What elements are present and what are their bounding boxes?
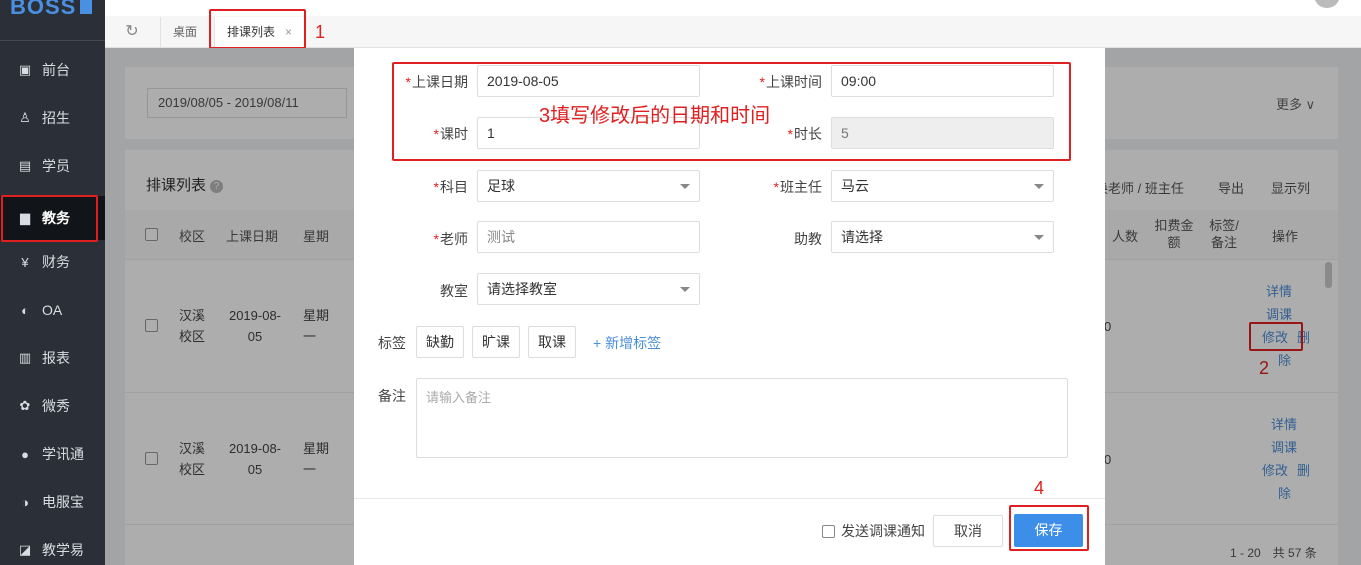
note-label: 备注	[378, 388, 406, 404]
annotation-box-save	[1009, 505, 1089, 551]
chevron-down-icon	[680, 184, 690, 189]
sidebar-item-label: OA	[42, 302, 63, 318]
select-value: 请选择教室	[487, 281, 557, 297]
sidebar-item-jiaoxueyi[interactable]: ◪ 教学易	[0, 528, 105, 565]
select-value: 马云	[841, 178, 869, 194]
logo-badge	[80, 0, 92, 14]
notify-checkbox[interactable]: 发送调课通知	[822, 521, 925, 541]
bar-chart-icon: ▥	[18, 350, 32, 365]
select-value: 足球	[487, 178, 515, 194]
sidebar-item-label: 电服宝	[42, 494, 84, 510]
location-icon: ●	[21, 446, 29, 462]
show-icon: ✿	[19, 398, 31, 413]
sidebar-item-label: 招生	[42, 110, 70, 126]
chevron-down-icon	[1034, 184, 1044, 189]
assistant-label: 助教	[794, 231, 822, 247]
checkbox-label: 发送调课通知	[841, 523, 925, 539]
subject-label: *科目	[400, 177, 468, 197]
label-text: 老师	[440, 231, 468, 247]
chevron-down-icon	[1034, 235, 1044, 240]
tag-absent-button[interactable]: 缺勤	[416, 326, 464, 358]
sidebar-item-xuexuntong[interactable]: ● 学讯通	[0, 432, 105, 476]
calendar-icon: ▣	[18, 62, 32, 77]
tab-label: 桌面	[173, 25, 198, 39]
required-mark: *	[433, 179, 439, 195]
subject-select[interactable]: 足球	[477, 170, 700, 202]
teacher-input[interactable]: 测试	[477, 221, 700, 253]
annotation-box-tab	[209, 9, 306, 49]
divider	[0, 40, 105, 41]
assistant-select[interactable]: 请选择	[831, 221, 1054, 253]
room-label: 教室	[440, 283, 468, 299]
sidebar: BOSS ▣ 前台 ♙ 招生 ▤ 学员 ▆ 教务 ¥ 财务 ◐ OA ▥ 报表 ✿ 微秀 ● 学讯…	[0, 0, 105, 565]
sidebar-item-dianfubao[interactable]: ◑ 电服宝	[0, 480, 105, 524]
chat-icon: ◐	[21, 302, 29, 318]
select-value: 请选择	[841, 229, 883, 245]
required-mark: *	[433, 231, 439, 247]
sidebar-item-label: 教学易	[42, 542, 84, 558]
sidebar-item-weixiu[interactable]: ✿ 微秀	[0, 384, 105, 428]
annotation-instruction: 3填写修改后的日期和时间	[539, 105, 771, 127]
refresh-icon[interactable]: ↻	[122, 22, 142, 42]
headteacher-label: *班主任	[752, 177, 822, 197]
sidebar-item-enrollment[interactable]: ♙ 招生	[0, 96, 105, 140]
chevron-down-icon	[680, 287, 690, 292]
sidebar-item-label: 学讯通	[42, 446, 84, 462]
sidebar-item-students[interactable]: ▤ 学员	[0, 144, 105, 188]
checkbox-icon	[822, 524, 835, 538]
divider	[354, 498, 1105, 499]
user-add-icon: ♙	[19, 110, 31, 125]
label-text: 班主任	[780, 179, 822, 195]
tag-truant-button[interactable]: 旷课	[472, 326, 520, 358]
label-text: 科目	[440, 179, 468, 195]
service-icon: ◑	[21, 494, 29, 510]
required-mark: *	[773, 179, 779, 195]
teach-icon: ◪	[18, 542, 32, 557]
note-textarea[interactable]: 请输入备注	[416, 378, 1068, 458]
sidebar-item-label: 前台	[42, 62, 70, 78]
sidebar-item-oa[interactable]: ◐ OA	[0, 288, 105, 332]
cancel-button[interactable]: 取消	[933, 515, 1003, 547]
room-select[interactable]: 请选择教室	[477, 273, 700, 305]
teacher-label: *老师	[400, 229, 468, 249]
tab-desktop[interactable]: 桌面	[160, 17, 209, 48]
yen-icon: ¥	[21, 254, 29, 270]
sidebar-item-label: 微秀	[42, 398, 70, 414]
sidebar-item-label: 报表	[42, 350, 70, 366]
sidebar-item-front-desk[interactable]: ▣ 前台	[0, 48, 105, 92]
sidebar-item-finance[interactable]: ¥ 财务	[0, 240, 105, 284]
sidebar-item-label: 财务	[42, 254, 70, 270]
add-tag-button[interactable]: + 新增标签	[593, 333, 661, 353]
id-card-icon: ▤	[18, 158, 32, 173]
headteacher-select[interactable]: 马云	[831, 170, 1054, 202]
tag-cancel-button[interactable]: 取课	[528, 326, 576, 358]
tags-label: 标签	[378, 335, 406, 351]
sidebar-item-reports[interactable]: ▥ 报表	[0, 336, 105, 380]
annotation-number: 4	[1034, 478, 1045, 498]
sidebar-item-label: 学员	[42, 158, 70, 174]
annotation-box-sidebar	[1, 195, 98, 242]
app-logo: BOSS	[10, 0, 77, 19]
annotation-number: 1	[315, 22, 326, 42]
